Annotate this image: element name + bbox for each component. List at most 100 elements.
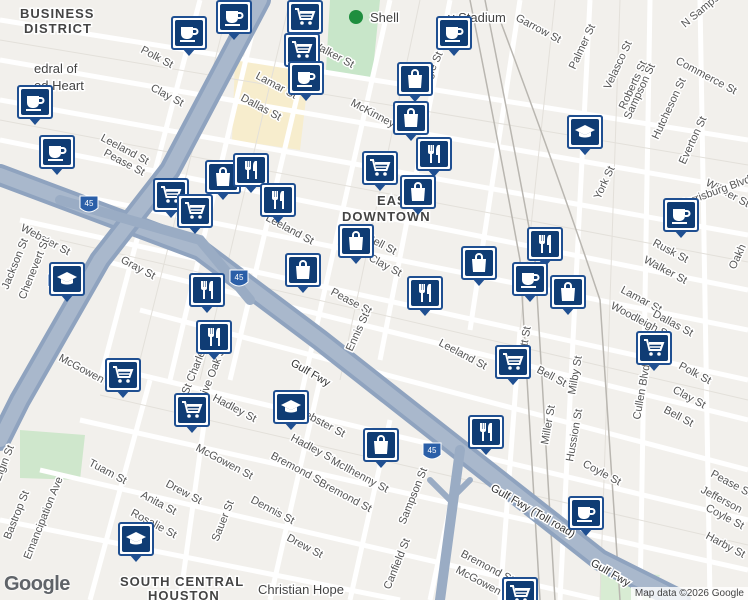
street-label: Elgin St — [0, 443, 17, 483]
restaurant-icon — [264, 187, 292, 213]
marker-coffee[interactable] — [288, 61, 324, 103]
grocery-icon — [181, 198, 209, 224]
poi-label: Christian Hope — [258, 582, 344, 597]
marker-grocery[interactable] — [495, 345, 531, 387]
grocery-icon — [366, 155, 394, 181]
marker-coffee[interactable] — [436, 16, 472, 58]
area-label: BUSINESS — [20, 6, 94, 21]
school-icon — [277, 394, 305, 420]
marker-school[interactable] — [49, 262, 85, 304]
marker-school[interactable] — [273, 390, 309, 432]
marker-school[interactable] — [118, 522, 154, 564]
shield-label: 45 — [428, 446, 437, 455]
marker-grocery[interactable] — [502, 577, 538, 600]
shopping-icon — [397, 105, 425, 131]
shopping-icon — [289, 257, 317, 283]
street-label: Oakh — [727, 242, 748, 271]
shopping-icon — [554, 279, 582, 305]
marker-shopping[interactable] — [338, 224, 374, 266]
grocery-icon — [291, 4, 319, 30]
restaurant-icon — [411, 280, 439, 306]
school-icon — [571, 119, 599, 145]
poi-label: Shell — [370, 10, 399, 25]
marker-grocery[interactable] — [105, 358, 141, 400]
shield-label: 45 — [235, 273, 244, 282]
coffee-icon — [572, 500, 600, 526]
grocery-icon — [640, 335, 668, 361]
street-label: Canfield St — [382, 537, 413, 591]
shopping-icon — [401, 66, 429, 92]
poi-label: edral of — [34, 61, 78, 76]
marker-shopping[interactable] — [285, 253, 321, 295]
marker-coffee[interactable] — [568, 496, 604, 538]
grocery-icon — [178, 397, 206, 423]
marker-coffee[interactable] — [39, 135, 75, 177]
restaurant-icon — [472, 419, 500, 445]
shopping-icon — [342, 228, 370, 254]
marker-coffee[interactable] — [171, 16, 207, 58]
coffee-icon — [43, 139, 71, 165]
shopping-icon — [367, 432, 395, 458]
marker-shopping[interactable] — [363, 428, 399, 470]
marker-school[interactable] — [567, 115, 603, 157]
street-label: N Sampson St — [679, 0, 741, 30]
street-label: Milby St — [566, 355, 585, 396]
marker-restaurant[interactable] — [468, 415, 504, 457]
restaurant-icon — [193, 277, 221, 303]
street-label: Bell St — [535, 364, 569, 390]
marker-restaurant[interactable] — [407, 276, 443, 318]
map-attribution[interactable]: Map data ©2026 Google — [630, 587, 748, 600]
area-label: HOUSTON — [148, 588, 220, 600]
coffee-icon — [175, 20, 203, 46]
restaurant-icon — [531, 231, 559, 257]
coffee-icon — [440, 20, 468, 46]
marker-grocery[interactable] — [177, 194, 213, 236]
coffee-icon — [667, 202, 695, 228]
marker-grocery[interactable] — [362, 151, 398, 193]
coffee-icon — [516, 266, 544, 292]
marker-shopping[interactable] — [550, 275, 586, 317]
marker-grocery[interactable] — [174, 393, 210, 435]
grocery-icon — [506, 581, 534, 600]
grocery-icon — [499, 349, 527, 375]
area-label: SOUTH CENTRAL — [120, 574, 244, 589]
restaurant-icon — [200, 324, 228, 350]
school-icon — [122, 526, 150, 552]
marker-restaurant[interactable] — [189, 273, 225, 315]
marker-coffee[interactable] — [663, 198, 699, 240]
street-label: Palmer St — [567, 22, 598, 71]
marker-restaurant[interactable] — [196, 320, 232, 362]
marker-coffee[interactable] — [512, 262, 548, 304]
grocery-icon — [288, 37, 316, 63]
map-base-layer: 45 69 45 45 BUSINESS DISTRICT EAST DOWNT… — [0, 0, 748, 600]
area-label: DISTRICT — [24, 21, 92, 36]
street-label: McGowen St — [194, 442, 255, 482]
shopping-icon — [404, 179, 432, 205]
google-logo[interactable]: Google — [4, 573, 70, 596]
stadium-icon — [349, 10, 363, 24]
map-canvas[interactable]: 45 69 45 45 BUSINESS DISTRICT EAST DOWNT… — [0, 0, 748, 600]
marker-restaurant[interactable] — [260, 183, 296, 225]
street-label: Miller St — [539, 404, 558, 445]
coffee-icon — [292, 65, 320, 91]
street-label: Garrow St — [514, 12, 563, 46]
grocery-icon — [109, 362, 137, 388]
shield-label: 45 — [85, 199, 94, 208]
coffee-icon — [220, 4, 248, 30]
marker-coffee[interactable] — [17, 85, 53, 127]
street-label: Bastrop St — [2, 489, 32, 541]
shopping-icon — [465, 250, 493, 276]
marker-shopping[interactable] — [400, 175, 436, 217]
marker-shopping[interactable] — [397, 62, 433, 104]
marker-restaurant[interactable] — [416, 137, 452, 179]
restaurant-icon — [420, 141, 448, 167]
street-label: Clay St — [149, 82, 186, 109]
street-label: Sauer St — [210, 499, 237, 543]
marker-coffee[interactable] — [216, 0, 252, 42]
marker-shopping[interactable] — [461, 246, 497, 288]
school-icon — [53, 266, 81, 292]
marker-grocery[interactable] — [636, 331, 672, 373]
street-label: Ennis St — [344, 311, 372, 353]
restaurant-icon — [237, 157, 265, 183]
coffee-icon — [21, 89, 49, 115]
